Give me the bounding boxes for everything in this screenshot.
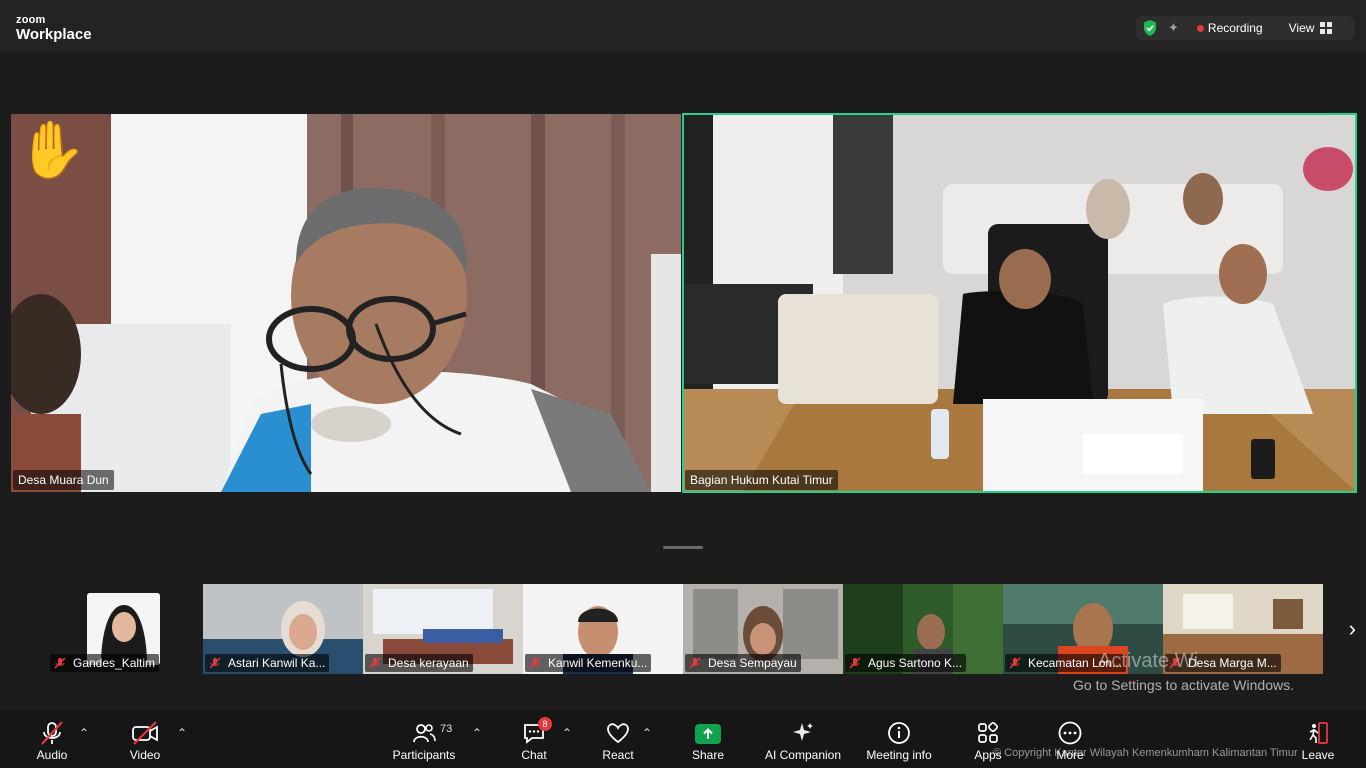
video-label: Video: [129, 748, 161, 762]
participants-button[interactable]: Participants: [393, 710, 455, 768]
audio-options-chevron-icon[interactable]: ⌃: [79, 726, 89, 740]
participants-count: 73: [440, 723, 453, 735]
participant-name: Desa Muara Dun: [13, 470, 114, 490]
thumbnail-name-tag: Astari Kanwil Ka...: [205, 654, 330, 672]
chat-label: Chat: [521, 748, 547, 762]
participant-thumbnail[interactable]: Desa Sempayau: [683, 584, 843, 674]
next-page-chevron-icon[interactable]: ›: [1349, 616, 1356, 642]
ai-sparkle-icon[interactable]: ✦: [1168, 20, 1179, 36]
meeting-controls-toolbar: Audio ⌃ Video ⌃ Participants 73 ⌃ Chat 8…: [0, 710, 1366, 768]
leave-label: Leave: [1301, 748, 1335, 762]
resize-handle[interactable]: [663, 546, 703, 549]
share-screen-icon: [695, 710, 721, 746]
view-button[interactable]: View: [1289, 21, 1315, 35]
participant-video-feed: [11, 114, 681, 492]
participant-thumbnail[interactable]: Agus Sartono K...: [843, 584, 1003, 674]
raised-hand-reaction: ✋: [17, 118, 87, 181]
participant-thumbnail[interactable]: Kanwil Kemenku...: [523, 584, 683, 674]
brand-small: zoom: [16, 14, 46, 26]
thumbnail-overlay: Gandes_Kaltim: [48, 584, 203, 674]
ai-sparkle-icon: [790, 710, 816, 746]
participant-video-feed: [683, 114, 1356, 492]
recording-label[interactable]: Recording: [1208, 21, 1263, 35]
thumbnail-name: Desa Sempayau: [708, 656, 797, 670]
thumbnail-name: Kanwil Kemenku...: [548, 656, 648, 670]
leave-button[interactable]: Leave: [1300, 710, 1336, 768]
mic-muted-icon: [369, 657, 381, 669]
brand-big: Workplace: [16, 26, 92, 43]
encryption-shield-icon[interactable]: [1142, 19, 1158, 37]
thumbnail-name: Gandes_Kaltim: [73, 656, 156, 670]
thumbnail-name: Desa Marga M...: [1188, 656, 1277, 670]
react-button[interactable]: React: [602, 710, 634, 768]
meeting-info-button[interactable]: Meeting info: [864, 710, 934, 768]
apps-icon: [975, 710, 1001, 746]
windows-activation-watermark-text: Go to Settings to activate Windows.: [1073, 677, 1294, 693]
video-button[interactable]: Video: [127, 710, 163, 768]
participant-thumbnail[interactable]: Desa kerayaan: [363, 584, 523, 674]
grid-view-icon[interactable]: [1320, 22, 1333, 34]
participant-thumbnail[interactable]: Astari Kanwil Ka...: [203, 584, 363, 674]
share-label: Share: [691, 748, 725, 762]
mic-muted-icon: [1009, 657, 1021, 669]
chat-unread-badge: 8: [538, 717, 552, 731]
thumbnail-name-tag: Desa Sempayau: [685, 654, 801, 672]
mic-muted-icon: [54, 657, 66, 669]
participants-icon: [411, 710, 437, 746]
meeting-info-label: Meeting info: [866, 748, 932, 762]
participants-options-chevron-icon[interactable]: ⌃: [472, 726, 482, 740]
windows-activation-watermark-title: Activate Wi: [1098, 650, 1199, 672]
thumbnail-name-tag: Gandes_Kaltim: [50, 654, 160, 672]
thumbnail-name-tag: Agus Sartono K...: [845, 654, 967, 672]
thumbnail-name-tag: Kanwil Kemenku...: [525, 654, 652, 672]
zoom-logo: zoom Workplace: [16, 14, 92, 43]
heart-icon: [605, 710, 631, 746]
recording-dot-icon: [1196, 24, 1204, 32]
audio-label: Audio: [36, 748, 68, 762]
top-bar: zoom Workplace ✦ Recording View: [0, 0, 1366, 52]
mic-muted-icon: [849, 657, 861, 669]
thumbnail-name: Desa kerayaan: [388, 656, 469, 670]
ai-companion-button[interactable]: AI Companion: [763, 710, 843, 768]
apps-button[interactable]: Apps: [970, 710, 1006, 768]
thumbnail-name-tag: Desa kerayaan: [365, 654, 473, 672]
chat-options-chevron-icon[interactable]: ⌃: [562, 726, 572, 740]
ai-companion-label: AI Companion: [764, 748, 842, 762]
leave-icon: [1305, 710, 1331, 746]
more-ellipsis-icon: [1057, 710, 1083, 746]
video-off-icon: [131, 710, 159, 746]
participants-label: Participants: [392, 748, 456, 762]
video-options-chevron-icon[interactable]: ⌃: [177, 726, 187, 740]
main-video-tile[interactable]: ✋ Desa Muara Dun: [11, 114, 681, 492]
react-label: React: [602, 748, 634, 762]
participant-name: Bagian Hukum Kutai Timur: [685, 470, 838, 490]
participant-thumbnail[interactable]: Gandes_Kaltim: [48, 584, 203, 674]
mic-muted-icon: [209, 657, 221, 669]
mic-muted-icon: [689, 657, 701, 669]
active-speaker-video-tile[interactable]: Bagian Hukum Kutai Timur: [682, 113, 1357, 493]
mic-off-icon: [39, 710, 65, 746]
zoom-meeting-window: zoom Workplace ✦ Recording View ✋ Desa M…: [0, 0, 1366, 768]
react-options-chevron-icon[interactable]: ⌃: [642, 726, 652, 740]
copyright-overlay-text: © Copyright Kantor Wilayah Kemenkumham K…: [993, 747, 1298, 759]
audio-button[interactable]: Audio: [34, 710, 70, 768]
share-button[interactable]: Share: [690, 710, 726, 768]
thumbnail-name: Agus Sartono K...: [868, 656, 963, 670]
info-icon: [886, 710, 912, 746]
thumbnail-name: Astari Kanwil Ka...: [228, 656, 326, 670]
mic-muted-icon: [529, 657, 541, 669]
meeting-status-bar: ✦ Recording View: [1136, 16, 1354, 40]
more-button[interactable]: More: [1053, 710, 1087, 768]
